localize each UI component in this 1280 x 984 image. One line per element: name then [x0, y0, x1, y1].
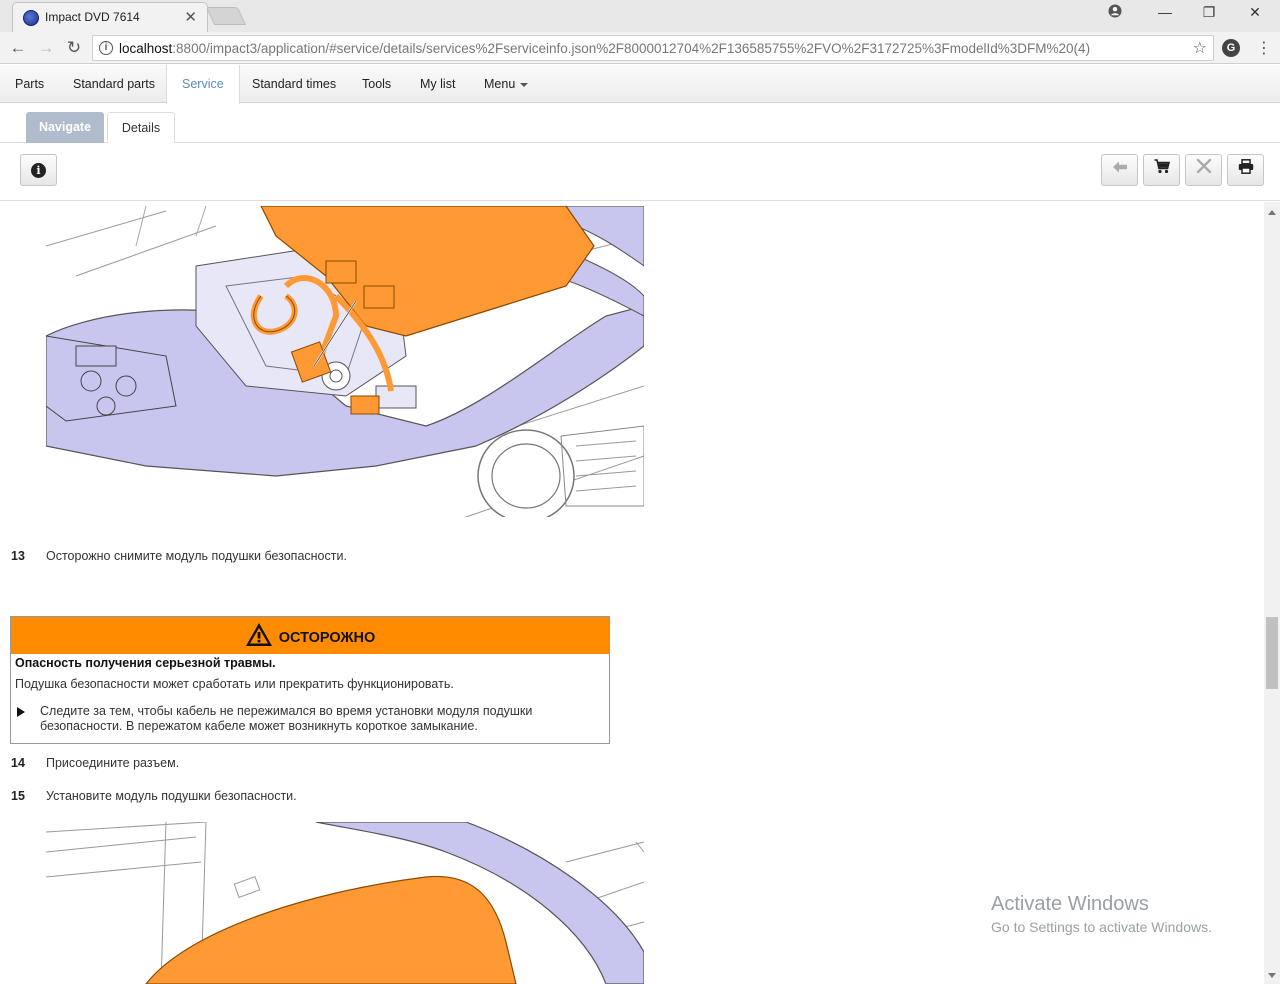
menu-my-list[interactable]: My list — [405, 65, 470, 103]
warning-triangle-icon — [245, 623, 272, 646]
warning-bullet-text: Следите за тем, чтобы кабель не пережима… — [40, 704, 533, 733]
content-scrollbar[interactable] — [1264, 202, 1280, 984]
wrench-icon — [1196, 158, 1211, 174]
tab-details[interactable]: Details — [107, 112, 175, 143]
browser-menu-icon[interactable]: ⋮ — [1256, 38, 1272, 58]
window-close-icon[interactable]: ✕ — [1240, 4, 1270, 21]
printer-icon — [1238, 159, 1253, 174]
step-14-text: Присоедините разъем. — [46, 756, 180, 770]
step-13: 13 Осторожно снимите модуль подушки безоп… — [11, 549, 347, 563]
step-13-text: Осторожно снимите модуль подушки безопас… — [46, 549, 347, 563]
step-14: 14 Присоедините разъем. — [11, 756, 180, 770]
watermark-subtitle: Go to Settings to activate Windows. — [991, 919, 1212, 935]
menu-dropdown-label: Menu — [484, 77, 516, 91]
site-info-icon[interactable]: i — [99, 41, 113, 55]
activation-watermark: Activate Windows Go to Settings to activ… — [991, 893, 1212, 935]
scroll-up-icon[interactable] — [1268, 210, 1276, 215]
service-content: 13 Осторожно снимите модуль подушки безоп… — [0, 202, 1264, 984]
toolbar: i — [0, 143, 1280, 201]
tab-close-icon[interactable]: ✕ — [184, 8, 197, 26]
bullet-arrow-icon — [17, 707, 25, 717]
url-text: localhost:8800/impact3/application/#serv… — [119, 41, 1091, 56]
browser-tabstrip: Impact DVD 7614 ✕ — ❐ ✕ — [0, 0, 1280, 32]
warning-text: Подушка безопасности может сработать или… — [15, 677, 454, 691]
menu-standard-times[interactable]: Standard times — [237, 65, 351, 103]
watermark-title: Activate Windows — [991, 893, 1149, 915]
address-bar: ← → ↻ i localhost:8800/impact3/applicati… — [0, 32, 1280, 64]
info-icon: i — [31, 162, 46, 178]
reload-icon[interactable]: ↻ — [64, 38, 84, 58]
bookmark-star-icon[interactable]: ☆ — [1193, 38, 1207, 58]
print-button[interactable] — [1227, 154, 1264, 186]
warning-title: Опасность получения серьезной травмы. — [15, 656, 276, 670]
arrow-left-icon — [1112, 161, 1127, 173]
warning-heading: ОСТОРОЖНО — [278, 630, 376, 646]
minimize-icon[interactable]: — — [1150, 4, 1180, 20]
url-input[interactable]: i localhost:8800/impact3/application/#se… — [92, 35, 1214, 61]
globe-icon — [23, 10, 39, 26]
tab-navigate[interactable]: Navigate — [26, 112, 104, 143]
scrollbar-thumb[interactable] — [1266, 617, 1278, 689]
airbag-connector-illustration — [46, 206, 644, 517]
menu-service[interactable]: Service — [166, 65, 240, 104]
new-tab-button[interactable] — [205, 7, 247, 25]
info-button[interactable]: i — [20, 154, 57, 186]
back-button[interactable] — [1101, 154, 1138, 186]
menu-dropdown[interactable]: Menu — [469, 65, 543, 103]
subtabs: Navigate Details — [0, 103, 1280, 143]
airbag-install-illustration — [46, 822, 644, 984]
step-15: 15 Установите модуль подушки безопасности… — [11, 789, 297, 803]
forward-arrow-icon[interactable]: → — [36, 38, 56, 58]
main-menubar: Parts Standard parts Service Standard ti… — [0, 65, 1280, 104]
profile-icon[interactable] — [1100, 4, 1130, 21]
menu-parts[interactable]: Parts — [0, 65, 59, 103]
warning-header: ОСТОРОЖНО — [11, 617, 609, 654]
browser-tab-title: Impact DVD 7614 — [45, 10, 140, 24]
step-15-text: Установите модуль подушки безопасности. — [46, 789, 297, 803]
scroll-down-icon[interactable] — [1268, 973, 1276, 978]
tools-button[interactable] — [1185, 154, 1222, 186]
maximize-icon[interactable]: ❐ — [1194, 4, 1224, 21]
menu-standard-parts[interactable]: Standard parts — [58, 65, 170, 103]
warning-box: ОСТОРОЖНО Опасность получения серьезной … — [10, 616, 610, 744]
add-to-cart-button[interactable] — [1143, 154, 1180, 186]
extension-icon[interactable]: G — [1222, 39, 1240, 57]
browser-tab[interactable]: Impact DVD 7614 ✕ — [12, 2, 208, 32]
warning-bullet: Следите за тем, чтобы кабель не пережима… — [15, 704, 605, 734]
cart-icon — [1154, 159, 1170, 174]
caret-down-icon — [520, 82, 529, 87]
menu-tools[interactable]: Tools — [347, 65, 406, 103]
back-arrow-icon[interactable]: ← — [8, 38, 28, 58]
